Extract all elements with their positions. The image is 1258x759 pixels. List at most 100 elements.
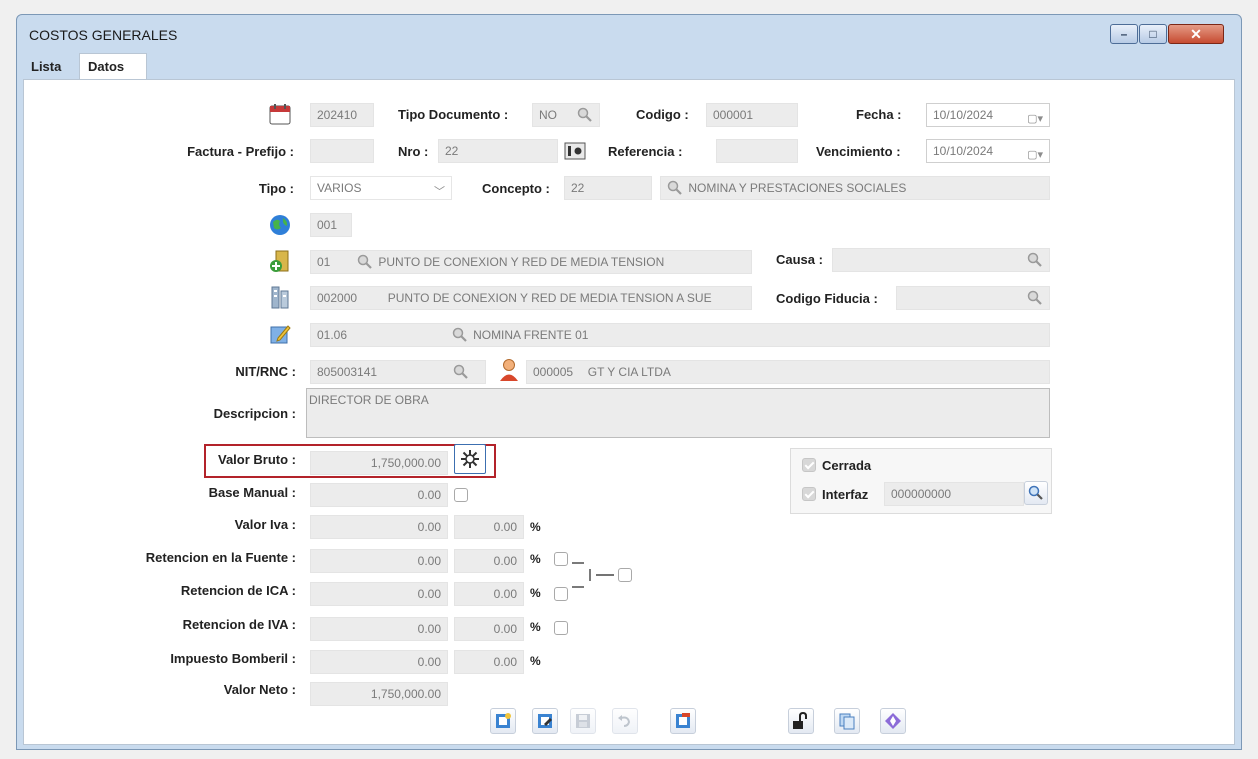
proyecto-field[interactable]: 01 PUNTO DE CONEXION Y RED DE MEDIA TENS… — [310, 250, 752, 274]
user-icon[interactable] — [496, 356, 522, 384]
base-manual-checkbox[interactable] — [454, 488, 468, 502]
search-icon[interactable] — [452, 327, 470, 345]
codigo-label: Codigo : — [636, 107, 689, 122]
cerrada-checkbox[interactable] — [802, 458, 816, 472]
search-icon[interactable] — [1026, 289, 1044, 307]
search-icon[interactable] — [667, 180, 685, 198]
descripcion-textarea[interactable]: DIRECTOR DE OBRA — [306, 388, 1050, 438]
region-field[interactable]: 001 — [310, 213, 352, 237]
tipo-documento-label: Tipo Documento : — [398, 107, 509, 122]
search-icon[interactable] — [357, 254, 375, 272]
ret-iva-pct-field[interactable]: 0.00 — [454, 617, 524, 641]
actividad-name: NOMINA FRENTE 01 — [473, 328, 589, 342]
referencia-field[interactable] — [716, 139, 798, 163]
concepto-name-field[interactable]: NOMINA Y PRESTACIONES SOCIALES — [660, 176, 1050, 200]
tab-datos[interactable]: Datos — [79, 53, 147, 79]
search-icon[interactable] — [452, 363, 470, 381]
new-document-icon — [496, 713, 511, 728]
causa-field[interactable] — [832, 248, 1050, 272]
ret-iva-label: Retencion de IVA : — [182, 617, 296, 632]
ret-ica-checkbox[interactable] — [554, 587, 568, 601]
base-manual-field[interactable]: 0.00 — [310, 483, 448, 507]
causa-label: Causa : — [776, 252, 823, 267]
percent-symbol: % — [530, 586, 541, 600]
tipo-select[interactable]: VARIOS ﹀ — [310, 176, 452, 200]
building-icon — [268, 284, 292, 310]
close-button[interactable]: ✕ — [1168, 24, 1224, 44]
referencia-label: Referencia : — [608, 144, 683, 159]
delete-button[interactable] — [670, 708, 696, 734]
tercero-field[interactable]: 000005 GT Y CIA LTDA — [526, 360, 1050, 384]
valor-neto-field[interactable]: 1,750,000.00 — [310, 682, 448, 706]
edit-button[interactable] — [532, 708, 558, 734]
impuesto-bomberil-label: Impuesto Bomberil : — [170, 651, 296, 666]
factura-prefijo-field[interactable] — [310, 139, 374, 163]
valor-iva-field[interactable]: 0.00 — [310, 515, 448, 539]
valor-iva-pct-field[interactable]: 0.00 — [454, 515, 524, 539]
fecha-label: Fecha : — [856, 107, 902, 122]
nro-field[interactable]: 22 — [438, 139, 558, 163]
search-icon[interactable] — [1024, 481, 1048, 505]
chevron-down-icon: ﹀ — [434, 186, 445, 198]
connector-lines — [572, 562, 614, 588]
percent-symbol: % — [530, 620, 541, 634]
close-icon: ✕ — [1190, 25, 1202, 42]
ret-ica-label: Retencion de ICA : — [180, 583, 296, 598]
valor-bruto-field[interactable]: 1,750,000.00 — [310, 451, 448, 475]
save-button[interactable] — [570, 708, 596, 734]
navigate-button[interactable] — [880, 708, 906, 734]
search-icon[interactable] — [576, 106, 594, 124]
codigo-field[interactable]: 000001 — [706, 103, 798, 127]
ret-ica-field[interactable]: 0.00 — [310, 582, 448, 606]
vencimiento-label: Vencimiento : — [816, 144, 901, 159]
vencimiento-field[interactable]: 10/10/2024 ▢▾ — [926, 139, 1050, 163]
ret-iva-field[interactable]: 0.00 — [310, 617, 448, 641]
fecha-field[interactable]: 10/10/2024 ▢▾ — [926, 103, 1050, 127]
calendar-icon[interactable] — [268, 102, 292, 126]
concepto-label: Concepto : — [482, 181, 550, 196]
calendar-dropdown-icon[interactable]: ▢▾ — [1027, 108, 1043, 126]
descripcion-label: Descripcion : — [213, 406, 296, 421]
datos-panel: 202410 Tipo Documento : NO Codigo : 0000… — [23, 79, 1235, 745]
globe-icon — [268, 213, 292, 237]
tercero-code: 000005 — [533, 365, 574, 379]
proyecto-name: PUNTO DE CONEXION Y RED DE MEDIA TENSION — [378, 255, 665, 269]
concepto-code-field[interactable]: 22 — [564, 176, 652, 200]
subproyecto-field[interactable]: 002000 PUNTO DE CONEXION Y RED DE MEDIA … — [310, 286, 752, 310]
valor-bruto-label: Valor Bruto : — [217, 452, 296, 467]
ret-iva-checkbox[interactable] — [554, 621, 568, 635]
vencimiento-value: 10/10/2024 — [933, 144, 994, 158]
copy-button[interactable] — [834, 708, 860, 734]
interfaz-field[interactable]: 000000000 — [884, 482, 1024, 506]
maximize-icon: □ — [1149, 27, 1157, 41]
new-button[interactable] — [490, 708, 516, 734]
percent-symbol: % — [530, 552, 541, 566]
calculator-gear-icon[interactable] — [454, 444, 486, 474]
ret-fuente-pct-field[interactable]: 0.00 — [454, 549, 524, 573]
periodo-field[interactable]: 202410 — [310, 103, 374, 127]
save-icon — [576, 714, 590, 728]
unlock-button[interactable] — [788, 708, 814, 734]
scan-icon[interactable] — [562, 139, 588, 163]
ret-fuente-field[interactable]: 0.00 — [310, 549, 448, 573]
actividad-field[interactable]: 01.06 NOMINA FRENTE 01 — [310, 323, 1050, 347]
undo-button[interactable] — [612, 708, 638, 734]
window: COSTOS GENERALES – □ ✕ Lista Datos 20241… — [16, 14, 1242, 750]
interfaz-checkbox[interactable] — [802, 487, 816, 501]
ret-fuente-label: Retencion en la Fuente : — [145, 550, 296, 565]
actividad-code: 01.06 — [317, 328, 348, 342]
ret-fuente-checkbox[interactable] — [554, 552, 568, 566]
search-icon[interactable] — [1026, 251, 1044, 269]
impuesto-bomberil-field[interactable]: 0.00 — [310, 650, 448, 674]
tab-lista[interactable]: Lista — [23, 53, 79, 79]
title-bar[interactable]: COSTOS GENERALES – □ ✕ — [17, 15, 1241, 53]
ret-ica-pct-field[interactable]: 0.00 — [454, 582, 524, 606]
calendar-dropdown-icon[interactable]: ▢▾ — [1027, 144, 1043, 162]
maximize-button[interactable]: □ — [1139, 24, 1167, 44]
subproyecto-code: 002000 — [317, 291, 358, 305]
base-manual-label: Base Manual : — [208, 485, 296, 500]
minimize-button[interactable]: – — [1110, 24, 1138, 44]
window-title: COSTOS GENERALES — [29, 27, 178, 43]
impuesto-bomberil-pct-field[interactable]: 0.00 — [454, 650, 524, 674]
combined-ret-checkbox[interactable] — [618, 568, 632, 582]
